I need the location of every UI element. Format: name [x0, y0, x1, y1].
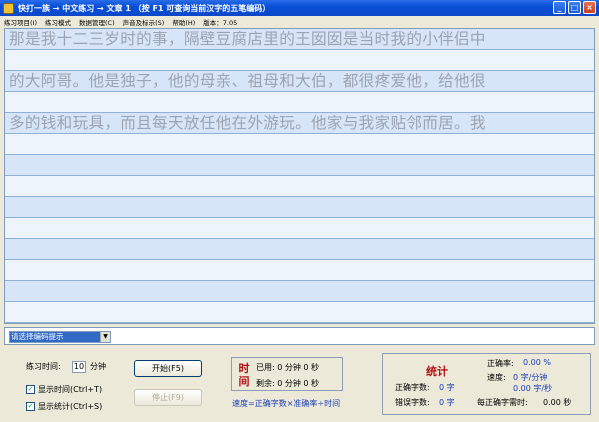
menu-sound-markers[interactable]: 声音及标示(S)	[123, 17, 165, 27]
input-line[interactable]	[5, 176, 594, 197]
correct-count-value: 0 字	[439, 383, 455, 392]
stats-title: 统计	[426, 365, 448, 378]
encoding-hint-bar: 请选择编码提示 ▼	[4, 327, 595, 345]
encoding-hint-value: 请选择编码提示	[10, 332, 101, 342]
window-controls: _ □ ×	[553, 1, 596, 14]
input-line[interactable]	[5, 50, 594, 71]
practice-time-label: 练习时间:	[26, 362, 61, 371]
input-line[interactable]	[5, 218, 594, 239]
practice-time-input[interactable]: 10	[72, 361, 86, 373]
close-button[interactable]: ×	[583, 1, 596, 14]
show-time-label: 显示时间(Ctrl+T)	[38, 385, 103, 394]
wrong-count-label: 错误字数:	[395, 398, 430, 407]
time-per-char-label: 每正确字需时:	[477, 398, 528, 407]
typing-area[interactable]: 那是我十二三岁时的事，隔壁豆腐店里的王囡囡是当时我的小伴侣中 的大阿哥。他是独子…	[4, 28, 595, 324]
menu-data-management[interactable]: 数据管理(C)	[79, 17, 115, 27]
practice-line-text: 多的钱和玩具，而且每天放任他在外游玩。他家与我家贴邻而居。我	[9, 114, 486, 132]
speed-per-minute: 0 字/分钟	[513, 373, 548, 382]
start-button[interactable]: 开始(F5)	[134, 360, 202, 377]
input-line[interactable]	[5, 260, 594, 281]
empty-line	[5, 197, 594, 218]
empty-line	[5, 239, 594, 260]
control-panel: 练习时间: 10 分钟 ✓ 显示时间(Ctrl+T) ✓ 显示统计(Ctrl+S…	[4, 347, 595, 419]
maximize-button[interactable]: □	[568, 1, 581, 14]
title-bar: 快打一族 → 中文练习 → 文章 1 （按 F1 可查询当前汉字的五笔编码） _…	[0, 0, 599, 16]
menu-bar: 练习项目(I) 练习模式 数据管理(C) 声音及标示(S) 帮助(H) 版本：7…	[0, 16, 599, 28]
stop-button[interactable]: 停止(F9)	[134, 389, 202, 406]
encoding-hint-select[interactable]: 请选择编码提示 ▼	[9, 331, 111, 343]
speed-per-second: 0.00 字/秒	[513, 384, 553, 393]
speed-formula: 速度=正确字数×准确率÷时间	[232, 399, 341, 408]
practice-line-text: 的大阿哥。他是独子，他的母亲、祖母和大伯，都很疼爱他，给他很	[9, 72, 486, 90]
practice-line: 那是我十二三岁时的事，隔壁豆腐店里的王囡囡是当时我的小伴侣中	[5, 29, 594, 50]
time-used: 已用: 0 分钟 0 秒	[256, 363, 320, 372]
menu-practice-project[interactable]: 练习项目(I)	[4, 17, 37, 27]
practice-line: 多的钱和玩具，而且每天放任他在外游玩。他家与我家贴邻而居。我	[5, 113, 594, 134]
stats-box: 统计 正确字数: 0 字 错误字数: 0 字 正确率: 0.00 % 速度: 0…	[382, 353, 591, 415]
menu-practice-mode[interactable]: 练习模式	[45, 17, 71, 27]
correct-count-label: 正确字数:	[395, 383, 430, 392]
input-line[interactable]	[5, 92, 594, 113]
show-stats-checkbox[interactable]: ✓	[26, 402, 35, 411]
accuracy-value: 0.00 %	[523, 358, 551, 367]
input-line[interactable]	[5, 302, 594, 323]
menu-help[interactable]: 帮助(H)	[172, 17, 195, 27]
show-time-checkbox[interactable]: ✓	[26, 385, 35, 394]
minimize-button[interactable]: _	[553, 1, 566, 14]
chevron-down-icon[interactable]: ▼	[100, 332, 110, 342]
practice-line: 的大阿哥。他是独子，他的母亲、祖母和大伯，都很疼爱他，给他很	[5, 71, 594, 92]
speed-label: 速度:	[487, 373, 506, 382]
time-per-char-value: 0.00 秒	[543, 398, 572, 407]
version-label: 版本：7.05	[203, 19, 238, 27]
wrong-count-value: 0 字	[439, 398, 455, 407]
timer-title-top: 时	[238, 362, 250, 375]
window-title: 快打一族 → 中文练习 → 文章 1 （按 F1 可查询当前汉字的五笔编码）	[18, 3, 271, 13]
timer-title-bottom: 间	[238, 375, 250, 388]
show-stats-label: 显示统计(Ctrl+S)	[38, 402, 103, 411]
empty-line	[5, 155, 594, 176]
practice-line-text: 那是我十二三岁时的事，隔壁豆腐店里的王囡囡是当时我的小伴侣中	[9, 30, 486, 48]
timer-box: 时 间 已用: 0 分钟 0 秒 剩余: 0 分钟 0 秒	[231, 357, 343, 391]
practice-time-unit: 分钟	[90, 362, 106, 371]
time-remaining: 剩余: 0 分钟 0 秒	[256, 379, 320, 388]
input-line[interactable]	[5, 134, 594, 155]
app-icon	[3, 2, 14, 14]
empty-line	[5, 281, 594, 302]
accuracy-label: 正确率:	[487, 359, 514, 368]
